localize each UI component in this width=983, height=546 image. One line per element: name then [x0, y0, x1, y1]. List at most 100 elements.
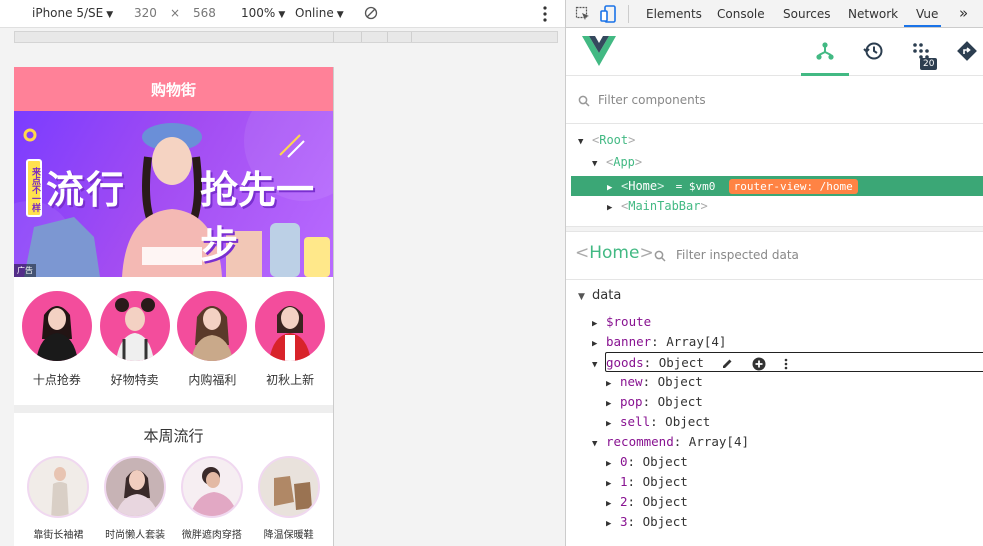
weekly-item[interactable]: 微胖遮肉穿搭 — [180, 456, 244, 541]
expanded-triangle-icon: ▼ — [578, 137, 584, 147]
vue-logo-icon — [582, 36, 616, 66]
expanded-triangle-icon: ▼ — [592, 439, 598, 449]
data-row[interactable]: ▶ 3: Object — [606, 512, 688, 532]
data-value: Object — [658, 355, 704, 370]
devtools-pane: Elements Console Sources Network Vue » 2… — [565, 0, 983, 546]
tree-node-maintabbar[interactable]: ▶ <MainTabBar> — [607, 196, 708, 216]
data-value: Object — [642, 454, 688, 469]
search-icon — [654, 250, 666, 262]
data-value: Object — [642, 494, 688, 509]
data-value: Object — [657, 394, 703, 409]
caret-down-icon: ▼ — [336, 10, 344, 20]
router-icon[interactable] — [956, 40, 978, 62]
weekly-item[interactable]: 时尚懒人套装 — [103, 456, 167, 541]
add-icon[interactable] — [752, 357, 766, 371]
recommend-item[interactable]: 内购福利 — [177, 291, 248, 405]
section-divider — [14, 405, 333, 413]
data-value: Object — [665, 414, 711, 429]
banner-image[interactable]: 来点不一样 流行 抢先一步 广告 — [14, 111, 333, 277]
search-icon — [578, 95, 590, 107]
node-label: MainTabBar — [628, 199, 701, 213]
more-icon[interactable] — [783, 357, 789, 371]
weekly-avatar — [180, 456, 243, 518]
active-tab-indicator — [904, 25, 941, 27]
data-key: banner — [606, 334, 652, 349]
node-label: Home — [628, 179, 658, 193]
data-value: Array[4] — [688, 434, 750, 449]
banner-headline-right: 抢先一步 — [200, 168, 315, 267]
data-row[interactable]: ▶ 2: Object — [606, 492, 688, 512]
weekly-item[interactable]: 靠街长袖裙 — [26, 456, 90, 541]
recommend-label: 好物特卖 — [110, 373, 159, 387]
data-row[interactable]: ▶ 0: Object — [606, 452, 688, 472]
vm-ref: = $vm0 — [675, 180, 716, 193]
rotate-icon[interactable] — [364, 6, 378, 20]
recommend-item[interactable]: 好物特卖 — [99, 291, 170, 405]
tab-sources[interactable]: Sources — [783, 7, 830, 21]
times-sign: × — [170, 6, 181, 20]
zoom-select[interactable]: 100% ▼ — [241, 6, 285, 20]
data-row[interactable]: ▶ pop: Object — [606, 392, 703, 412]
data-section-header[interactable]: ▼ data — [578, 286, 621, 306]
collapsed-triangle-icon: ▶ — [606, 459, 612, 469]
tab-console[interactable]: Console — [717, 7, 765, 21]
weekly-item[interactable]: 降温保暖鞋 — [257, 456, 321, 541]
weekly-title: 本周流行 — [143, 427, 204, 445]
page-title: 购物街 — [150, 80, 196, 99]
recommend-label: 内购福利 — [188, 373, 237, 387]
phone-viewport: 购物街 来点不一样 流行 抢先一步 广告 十点抢券 好物特卖 内购福利 初秋上新… — [14, 67, 334, 546]
data-value: Object — [657, 374, 703, 389]
components-icon[interactable] — [814, 40, 836, 62]
collapsed-triangle-icon: ▶ — [606, 519, 612, 529]
edit-icon[interactable] — [721, 357, 734, 370]
device-select[interactable]: iPhone 5/SE ▼ — [32, 6, 113, 20]
expanded-triangle-icon: ▼ — [592, 360, 598, 370]
collapsed-triangle-icon: ▶ — [606, 479, 612, 489]
data-row[interactable]: ▶ 1: Object — [606, 472, 688, 492]
history-icon[interactable] — [862, 40, 884, 62]
data-key: 2 — [620, 494, 628, 509]
tab-vue[interactable]: Vue — [916, 7, 938, 21]
collapsed-triangle-icon: ▶ — [606, 499, 612, 509]
filter-inspected-input[interactable]: Filter inspected data — [676, 248, 799, 262]
weekly-label: 时尚懒人套装 — [105, 530, 166, 541]
inspector-header: <Home> Filter inspected data — [566, 232, 983, 280]
tree-node-home-selected[interactable]: ▶ <Home> = $vm0 router-view: /home — [571, 176, 983, 196]
height-input[interactable]: 568 — [193, 6, 216, 20]
node-label: Root — [599, 133, 629, 147]
filter-components-input[interactable]: Filter components — [598, 93, 706, 107]
recommend-item[interactable]: 十点抢券 — [21, 291, 92, 405]
tree-node-root[interactable]: ▼ <Root> — [578, 130, 635, 150]
collapsed-triangle-icon: ▶ — [607, 203, 613, 213]
data-row[interactable]: ▶ $route — [592, 312, 651, 332]
inspect-icon[interactable] — [575, 6, 591, 22]
weekly-label: 降温保暖鞋 — [263, 530, 314, 541]
data-row[interactable]: ▶ banner: Array[4] — [592, 332, 726, 352]
more-tabs-icon[interactable]: » — [959, 4, 968, 22]
weekly-label: 微胖遮肉穿搭 — [181, 530, 242, 541]
recommend-avatar — [21, 291, 92, 361]
more-icon[interactable] — [540, 5, 550, 23]
media-query-ruler[interactable] — [14, 31, 558, 43]
recommend-item[interactable]: 初秋上新 — [255, 291, 326, 405]
tree-node-app[interactable]: ▼ <App> — [592, 152, 642, 172]
weekly-section: 靠街长袖裙 时尚懒人套装 微胖遮肉穿搭 降温保暖鞋 — [14, 456, 333, 541]
event-count-badge: 20 — [920, 58, 938, 70]
data-row[interactable]: ▶ sell: Object — [606, 412, 710, 432]
weekly-avatar — [257, 456, 320, 518]
width-input[interactable]: 320 — [134, 6, 157, 20]
caret-down-icon: ▼ — [106, 10, 114, 20]
network-select[interactable]: Online ▼ — [295, 6, 344, 20]
recommend-label: 初秋上新 — [266, 373, 315, 387]
filter-components-bar[interactable]: Filter components — [566, 80, 983, 124]
expanded-triangle-icon: ▼ — [578, 292, 585, 302]
banner-tag: 来点不一样 — [26, 159, 42, 217]
tab-elements[interactable]: Elements — [646, 7, 702, 21]
data-row-goods-hovered[interactable]: ▼ goods: Object — [592, 352, 983, 372]
device-mode-icon[interactable] — [600, 5, 616, 23]
data-row[interactable]: ▼ recommend: Array[4] — [592, 432, 749, 452]
recommend-avatar — [99, 291, 170, 361]
weekly-label: 靠街长袖裙 — [33, 530, 84, 541]
tab-network[interactable]: Network — [848, 7, 898, 21]
data-row[interactable]: ▶ new: Object — [606, 372, 703, 392]
